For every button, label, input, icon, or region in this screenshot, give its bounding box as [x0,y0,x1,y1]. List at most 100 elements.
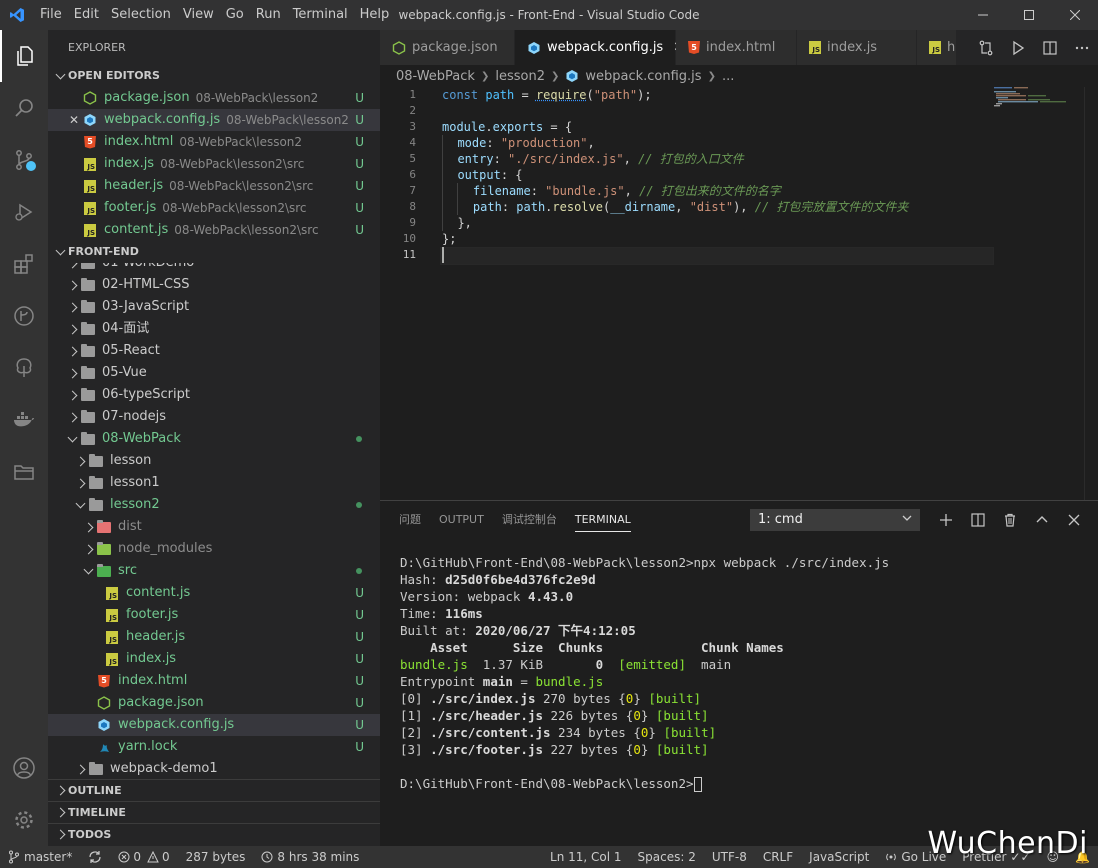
problems-status[interactable]: 00 [110,846,177,868]
tab-index-js[interactable]: JS index.js [797,30,917,65]
encoding[interactable]: UTF-8 [704,846,755,868]
code-line: 1 const path = require("path"); [380,87,1098,103]
close-icon[interactable] [1052,0,1098,30]
menu-terminal[interactable]: Terminal [287,0,354,30]
tree-folder[interactable]: node_modules [48,538,380,560]
compare-changes-icon[interactable] [970,30,1002,65]
timeline-header[interactable]: TIMELINE [48,801,380,823]
todos-header[interactable]: TODOS [48,823,380,845]
tree-file[interactable]: JS header.js U [48,626,380,648]
close-editor-icon[interactable]: ✕ [66,109,82,131]
tab-package-json[interactable]: package.json [380,30,515,65]
tree-folder[interactable]: 02-HTML-CSS [48,274,380,296]
tree-file[interactable]: yarn.lock U [48,736,380,758]
tree-file[interactable]: package.json U [48,692,380,714]
tree-folder-open[interactable]: 08-WebPack [48,428,380,450]
vertical-scrollbar[interactable] [1084,87,1098,500]
folder-icon [80,365,96,381]
tree-icon[interactable] [0,342,48,394]
project-manager-icon[interactable] [0,446,48,498]
minimap[interactable] [994,87,1084,109]
tree-folder[interactable]: 01-WorkDemo [48,263,380,274]
tree-folder-open[interactable]: lesson2 [48,494,380,516]
tree-folder[interactable]: dist [48,516,380,538]
terminal-select[interactable]: 1: cmd [750,509,920,531]
language-mode[interactable]: JavaScript [801,846,877,868]
breadcrumb-item[interactable]: ... [722,69,734,84]
wakatime-status[interactable]: 8 hrs 38 mins [253,846,367,868]
outline-header[interactable]: OUTLINE [48,779,380,801]
tab-index-html[interactable]: 5 index.html [676,30,797,65]
menu-edit[interactable]: Edit [68,0,105,30]
settings-gear-icon[interactable] [0,794,48,846]
tree-folder[interactable]: 05-React [48,340,380,362]
branch-status[interactable]: master* [0,846,80,868]
menu-selection[interactable]: Selection [105,0,177,30]
docker-icon[interactable] [0,394,48,446]
tab-webpack-config[interactable]: webpack.config.js ✕ [515,30,684,65]
tree-folder[interactable]: 07-nodejs [48,406,380,428]
split-editor-icon[interactable] [1034,30,1066,65]
sync-icon[interactable] [80,846,110,868]
open-editor-item[interactable]: 5 index.html 08-WebPack\lesson2 U [48,131,380,153]
tab-debug-console[interactable]: 调试控制台 [502,501,557,539]
tree-file-selected[interactable]: webpack.config.js U [48,714,380,736]
code-editor[interactable]: 1 const path = require("path"); 2 3 module… [380,87,1098,500]
tree-folder[interactable]: webpack-demo1 [48,758,380,780]
tree-file[interactable]: JS footer.js U [48,604,380,626]
split-terminal-icon[interactable] [962,501,994,539]
terminal-output[interactable]: D:\GitHub\Front-End\08-WebPack\lesson2>n… [400,554,889,792]
tree-file[interactable]: 5 index.html U [48,670,380,692]
folder-header[interactable]: FRONT-END [48,241,380,263]
extensions-icon[interactable] [0,238,48,290]
tree-folder[interactable]: 04-面试 [48,318,380,340]
trash-icon[interactable] [994,501,1026,539]
open-editor-item[interactable]: ✕ webpack.config.js 08-WebPack\lesson2 U [48,109,380,131]
file-path: 08-WebPack\lesson2 [179,135,303,149]
account-icon[interactable] [0,742,48,794]
open-editor-item[interactable]: JS header.js 08-WebPack\lesson2\src U [48,175,380,197]
tree-folder[interactable]: lesson [48,450,380,472]
run-play-icon[interactable] [1002,30,1034,65]
tab-terminal[interactable]: TERMINAL [574,501,631,539]
open-editor-item[interactable]: JS content.js 08-WebPack\lesson2\src U [48,219,380,241]
minimize-icon[interactable] [960,0,1006,30]
git-graph-icon[interactable] [0,290,48,342]
open-editors-header[interactable]: OPEN EDITORS [48,65,380,87]
tree-file[interactable]: JS content.js U [48,582,380,604]
maximize-panel-icon[interactable] [1026,501,1058,539]
menu-view[interactable]: View [177,0,220,30]
code-token: "path" [593,88,638,102]
line-ending[interactable]: CRLF [755,846,801,868]
indentation[interactable]: Spaces: 2 [630,846,704,868]
open-editor-item[interactable]: JS footer.js 08-WebPack\lesson2\src U [48,197,380,219]
menu-help[interactable]: Help [354,0,396,30]
tree-folder[interactable]: lesson1 [48,472,380,494]
new-terminal-icon[interactable] [930,501,962,539]
search-icon[interactable] [0,82,48,134]
tab-problems[interactable]: 问题 [399,501,421,539]
terminal-text: [emitted] [603,657,686,672]
close-panel-icon[interactable] [1058,501,1090,539]
explorer-icon[interactable] [0,30,48,82]
open-editor-item[interactable]: package.json 08-WebPack\lesson2 U [48,87,380,109]
run-debug-icon[interactable] [0,186,48,238]
open-editor-item[interactable]: JS index.js 08-WebPack\lesson2\src U [48,153,380,175]
menu-go[interactable]: Go [220,0,250,30]
tree-folder-open[interactable]: src [48,560,380,582]
menu-run[interactable]: Run [250,0,287,30]
tree-folder[interactable]: 06-typeScript [48,384,380,406]
tab-output[interactable]: OUTPUT [439,501,484,539]
tree-folder[interactable]: 03-JavaScript [48,296,380,318]
tree-file[interactable]: JS index.js U [48,648,380,670]
breadcrumb-item[interactable]: webpack.config.js [585,69,701,84]
more-actions-icon[interactable] [1066,30,1098,65]
breadcrumb-item[interactable]: 08-WebPack [396,69,475,84]
tree-folder[interactable]: 05-Vue [48,362,380,384]
tab-header-js[interactable]: JS h [917,30,957,65]
menu-file[interactable]: File [34,0,68,30]
breadcrumb-item[interactable]: lesson2 [495,69,545,84]
maximize-icon[interactable] [1006,0,1052,30]
cursor-position[interactable]: Ln 11, Col 1 [542,846,630,868]
source-control-icon[interactable] [0,134,48,186]
